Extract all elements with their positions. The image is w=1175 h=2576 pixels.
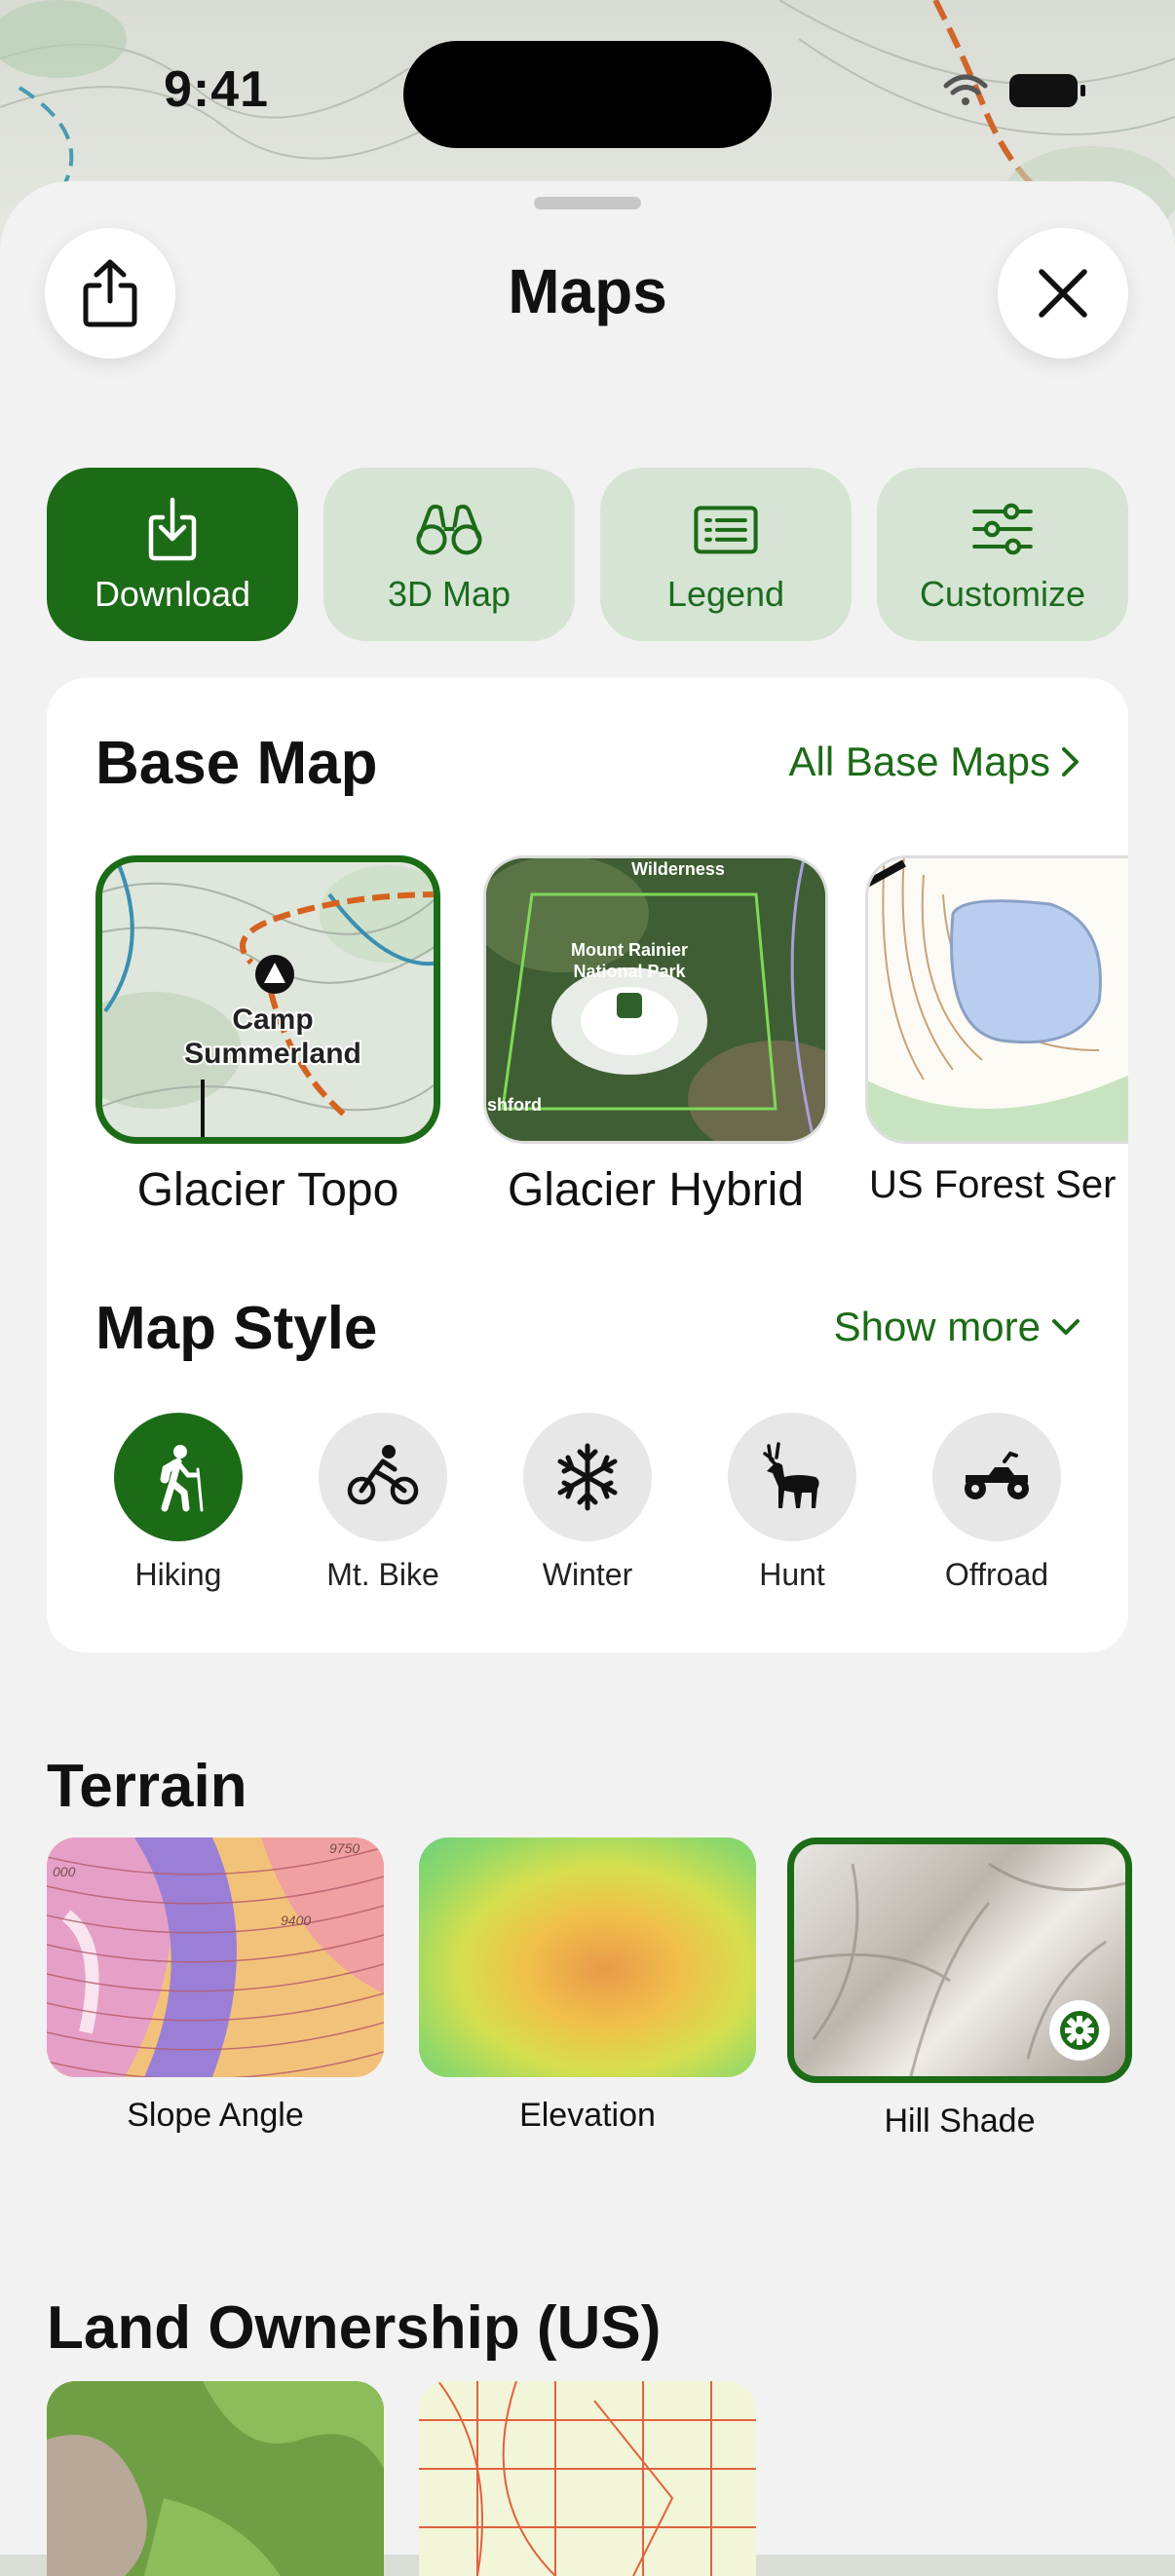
- legend-label: Legend: [666, 574, 785, 614]
- hiking-label: Hiking: [134, 1557, 222, 1592]
- style-hunt[interactable]: Hunt: [727, 1413, 857, 1593]
- slope-angle-thumbnail: 9750 9400 000: [47, 1837, 384, 2077]
- hunt-label: Hunt: [759, 1557, 825, 1592]
- terrain-item-slope-angle[interactable]: 9750 9400 000 Slope Angle: [47, 1837, 384, 2140]
- terrain-list: 9750 9400 000 Slope Angle Elevation Hill…: [47, 1837, 1132, 2140]
- elevation-label: Elevation: [519, 2097, 656, 2134]
- close-icon: [1039, 269, 1087, 318]
- sheet-grabber[interactable]: [534, 197, 641, 209]
- all-base-maps-link[interactable]: All Base Maps: [789, 739, 1081, 785]
- us-forest-service-thumbnail: [865, 855, 1128, 1144]
- download-label: Download: [94, 574, 251, 614]
- maps-sheet: Maps Download 3D Map Legend Customize Ba…: [0, 181, 1175, 2576]
- atv-icon: [965, 1451, 1029, 1499]
- glacier-hybrid-thumbnail: Wilderness Mount Rainier National Park s…: [483, 855, 828, 1144]
- action-row: Download 3D Map Legend Customize: [47, 468, 1128, 641]
- dynamic-island: [403, 41, 772, 148]
- mt-bike-circle: [319, 1413, 447, 1541]
- offroad-label: Offroad: [944, 1557, 1049, 1592]
- slope-angle-map-art: 9750 9400 000: [47, 1837, 384, 2077]
- mountain-bike-icon: [347, 1445, 419, 1505]
- elevation-thumbnail: [419, 1837, 756, 2077]
- chevron-right-icon: [1062, 747, 1079, 777]
- snowflake-icon: [557, 1443, 618, 1511]
- hiking-circle: [114, 1413, 243, 1541]
- hill-shade-thumbnail: [787, 1837, 1132, 2083]
- glacier-topo-thumbnail: Camp Summerland: [95, 855, 440, 1144]
- base-map-item-glacier-topo[interactable]: Camp Summerland Glacier Topo: [90, 855, 446, 1217]
- 3d-map-button[interactable]: 3D Map: [323, 468, 575, 641]
- land-ownership-title: Land Ownership (US): [47, 2294, 662, 2362]
- land-ownership-list: [47, 2381, 756, 2576]
- chevron-down-icon: [1052, 1319, 1080, 1335]
- terrain-item-hill-shade[interactable]: Hill Shade: [787, 1837, 1132, 2140]
- customize-label: Customize: [919, 574, 1086, 614]
- slope-angle-label: Slope Angle: [127, 2097, 304, 2134]
- glacier-hybrid-map-art: Wilderness Mount Rainier National Park s…: [486, 858, 825, 1141]
- download-icon: [148, 497, 197, 561]
- land-ownership-thumbnail-parcels[interactable]: [419, 2381, 756, 2576]
- mt-bike-label: Mt. Bike: [326, 1557, 439, 1592]
- glacier-topo-map-art: Camp Summerland: [102, 862, 434, 1137]
- wilderness-label: Wilderness: [631, 859, 725, 879]
- hunt-circle: [728, 1413, 856, 1541]
- all-base-maps-label: All Base Maps: [788, 739, 1050, 784]
- hiker-icon: [160, 1445, 204, 1512]
- sliders-icon: [972, 503, 1033, 555]
- offroad-circle: [932, 1413, 1061, 1541]
- summerland-label: Summerland: [184, 1038, 361, 1070]
- style-mt-bike[interactable]: Mt. Bike: [318, 1413, 448, 1593]
- winter-circle: [523, 1413, 652, 1541]
- camp-label: Camp: [232, 1004, 313, 1036]
- glacier-hybrid-label: Glacier Hybrid: [507, 1164, 805, 1216]
- slope-label-000: 000: [53, 1864, 76, 1879]
- 3d-map-label: 3D Map: [387, 574, 512, 614]
- winter-label: Winter: [542, 1557, 633, 1592]
- hill-shade-settings-button[interactable]: [1049, 2000, 1110, 2061]
- terrain-item-elevation[interactable]: Elevation: [419, 1837, 756, 2140]
- show-more-label: Show more: [833, 1304, 1041, 1349]
- base-map-item-us-forest-service[interactable]: US Forest Ser: [865, 855, 1128, 1217]
- land-public-map-art: [47, 2381, 384, 2576]
- us-forest-service-label: US Forest Ser: [869, 1163, 1117, 1206]
- style-winter[interactable]: Winter: [522, 1413, 653, 1593]
- map-style-options: Hiking Mt. Bike Winter Hunt Offroad: [113, 1413, 1062, 1593]
- base-map-item-glacier-hybrid[interactable]: Wilderness Mount Rainier National Park s…: [477, 855, 834, 1217]
- battery-icon: [1009, 74, 1085, 107]
- slope-label-9750: 9750: [329, 1840, 360, 1856]
- base-map-list: Camp Summerland Glacier Topo Wilderness …: [90, 855, 1128, 1217]
- map-style-title: Map Style: [95, 1295, 378, 1362]
- mount-rainier-label: Mount Rainier: [571, 940, 688, 960]
- show-more-link[interactable]: Show more: [834, 1304, 1081, 1350]
- land-ownership-thumbnail-public[interactable]: [47, 2381, 384, 2576]
- binoculars-icon: [416, 504, 482, 555]
- status-time: 9:41: [164, 61, 270, 118]
- terrain-title: Terrain: [47, 1753, 247, 1820]
- status-indicators: [943, 74, 1085, 107]
- close-button[interactable]: [998, 228, 1128, 359]
- glacier-topo-label: Glacier Topo: [136, 1164, 399, 1216]
- download-button[interactable]: Download: [47, 468, 298, 641]
- land-parcels-map-art: [419, 2381, 756, 2576]
- legend-button[interactable]: Legend: [600, 468, 852, 641]
- gear-icon: [1060, 2011, 1099, 2050]
- style-offroad[interactable]: Offroad: [931, 1413, 1062, 1593]
- base-map-title: Base Map: [95, 730, 378, 797]
- us-forest-service-map-art: [868, 858, 1128, 1141]
- customize-button[interactable]: Customize: [877, 468, 1128, 641]
- slope-label-9400: 9400: [281, 1913, 311, 1928]
- legend-icon: [694, 506, 758, 554]
- national-park-label: National Park: [573, 962, 686, 981]
- style-hiking[interactable]: Hiking: [113, 1413, 244, 1593]
- ashford-label: shford: [487, 1095, 542, 1115]
- hill-shade-label: Hill Shade: [884, 2102, 1036, 2140]
- deer-icon: [763, 1442, 819, 1508]
- wifi-icon: [943, 74, 988, 105]
